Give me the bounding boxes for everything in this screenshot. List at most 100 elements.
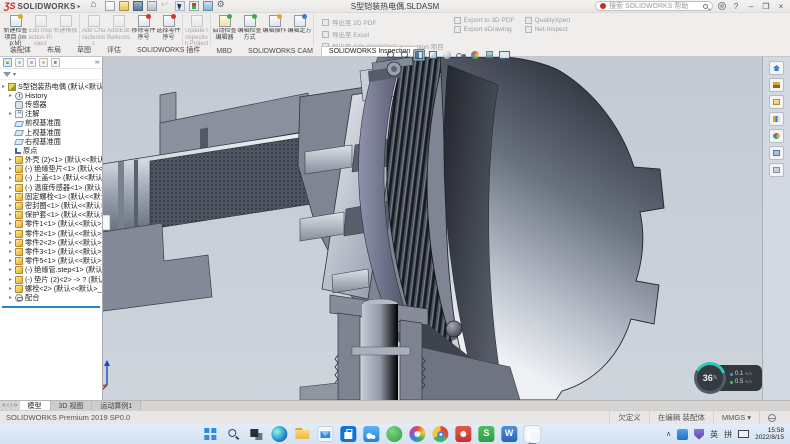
minimize-button[interactable]: – <box>746 2 756 11</box>
tree-item[interactable]: 零件1<1> (默认<<默认>_显示状态 <box>2 220 102 229</box>
export-edrawing[interactable]: Export eDrawing <box>454 26 515 33</box>
display-style-icon[interactable] <box>441 49 453 61</box>
export-3d-pdf[interactable]: Export to 3D PDF <box>454 17 515 24</box>
display-manager-tab-icon[interactable] <box>51 58 60 67</box>
filter-caret-icon[interactable]: ▾ <box>13 71 16 78</box>
ribbon-new-template[interactable]: 新建模板 <box>53 14 78 46</box>
close-button[interactable]: × <box>776 2 786 11</box>
export-excel[interactable]: 导出至 Excel <box>322 29 444 39</box>
tab-mbd[interactable]: MBD <box>208 46 240 56</box>
microsoft-store-icon[interactable] <box>340 426 356 442</box>
edit-appearance-icon[interactable] <box>469 49 481 61</box>
ribbon-launch-inspection-editor[interactable]: 启动检查编辑器 <box>212 14 237 46</box>
mail-icon[interactable] <box>317 426 333 442</box>
tree-item[interactable]: 固定螺栓<1> (默认<<默认>_显示状 <box>2 192 102 201</box>
browser-circle-icon[interactable] <box>409 426 425 442</box>
tree-item[interactable]: (-) 上盖<1> (默认<<默认>_显示状 <box>2 174 102 183</box>
search-box[interactable]: 搜索 SOLIDWORKS 帮助 <box>595 1 713 11</box>
model-3d-view[interactable] <box>0 57 762 400</box>
net-speed-ring[interactable]: 36% <box>694 362 726 394</box>
tree-item[interactable]: 螺栓<2> (默认<<默认>_显示状态 <box>2 284 102 293</box>
property-manager-tab-icon[interactable] <box>15 58 24 67</box>
tree-item[interactable]: (-) 绝缘管.step<1> (默认<<默认> <box>2 266 102 275</box>
tab-motion-study[interactable]: 运动算例1 <box>92 401 141 410</box>
home-icon[interactable] <box>91 1 101 11</box>
solidworks-resources-icon[interactable] <box>769 61 784 75</box>
clock[interactable]: 15:58 2022/8/15 <box>755 427 784 441</box>
tray-display-icon[interactable] <box>738 430 749 438</box>
ime-mode-indicator[interactable]: 拼 <box>724 429 732 440</box>
view-palette-icon[interactable] <box>769 112 784 126</box>
solidworks-taskbar-icon[interactable] <box>524 426 540 442</box>
tree-item[interactable]: 零件5<1> (默认<<默认>_显示状 <box>2 257 102 266</box>
tree-item[interactable]: 上视基准面 <box>2 128 102 137</box>
view-tabs-nav[interactable]: «‹›» <box>0 401 20 410</box>
feature-manager-tab-icon[interactable] <box>3 58 12 67</box>
wps-writer-icon[interactable] <box>501 426 517 442</box>
section-view-icon[interactable] <box>413 49 425 61</box>
tree-item[interactable]: 外壳 (2)<1> (默认<<默认>_显示状 <box>2 156 102 165</box>
globe-icon[interactable] <box>768 414 776 422</box>
units-selector[interactable]: MMGS▾ <box>713 411 759 424</box>
cloud-drive-icon[interactable] <box>363 426 379 442</box>
tree-item[interactable]: History <box>2 91 102 100</box>
ime-language-indicator[interactable]: 英 <box>710 429 718 440</box>
tree-item[interactable]: 密封圈<1> (默认<<默认>_显示状 <box>2 201 102 210</box>
tree-item[interactable]: 前视基准面 <box>2 119 102 128</box>
apply-scene-icon[interactable] <box>483 49 495 61</box>
taskbar-search-icon[interactable] <box>225 426 241 442</box>
zoom-to-area-icon[interactable] <box>399 49 411 61</box>
green-app-icon[interactable] <box>386 426 402 442</box>
file-explorer-taskbar-icon[interactable] <box>294 426 310 442</box>
configuration-manager-tab-icon[interactable] <box>27 58 36 67</box>
task-view-icon[interactable] <box>248 426 264 442</box>
tree-item[interactable]: 零件2<1> (默认<<默认>_显示状 <box>2 229 102 238</box>
net-speed-widget[interactable]: 0.1K/s 0.5K/s 36% <box>694 362 726 394</box>
tree-item[interactable]: 注解 <box>2 110 102 119</box>
tree-root[interactable]: S型铠装热电偶 (默认<默认_显示状态-1 <box>2 82 102 91</box>
tree-item-mates[interactable]: 配合 <box>2 293 102 302</box>
undo-icon[interactable] <box>161 1 171 11</box>
new-document-icon[interactable] <box>105 1 115 11</box>
tab-cam[interactable]: SOLIDWORKS CAM <box>240 46 321 56</box>
net-inspect[interactable]: Net-Inspect <box>525 26 571 33</box>
o-ring-section[interactable] <box>446 321 462 337</box>
tree-item[interactable]: 传感器 <box>2 100 102 109</box>
select-arrow-icon[interactable] <box>175 1 185 11</box>
rebuild-icon[interactable] <box>189 1 199 11</box>
tree-item[interactable]: (-) 垫片 (2)<2> -> ? (默认<<默认 <box>2 275 102 284</box>
custom-properties-icon[interactable] <box>769 146 784 160</box>
tab-model[interactable]: 模型 <box>20 401 51 410</box>
tab-3d-views[interactable]: 3D 视图 <box>51 401 93 410</box>
design-library-icon[interactable] <box>769 78 784 92</box>
edge-browser-icon[interactable] <box>271 426 287 442</box>
file-properties-icon[interactable] <box>203 1 213 11</box>
tree-item[interactable]: 原点 <box>2 146 102 155</box>
filter-input[interactable] <box>18 71 99 78</box>
tree-item[interactable]: (-) 绝缘垫片<1> (默认<<默认>_显 <box>2 165 102 174</box>
restore-button[interactable]: ❐ <box>761 2 771 11</box>
ribbon-edit-inspection-methods[interactable]: 编辑检查方式 <box>237 14 262 46</box>
export-2d-pdf[interactable]: 导出至 2D PDF <box>322 17 444 27</box>
ribbon-edit-operations[interactable]: 编辑操作 <box>262 14 287 46</box>
menu-expand-arrow[interactable]: ▸ <box>78 3 81 10</box>
tray-expand-icon[interactable]: ∧ <box>666 430 671 438</box>
qualityxpert[interactable]: QualityXpert <box>525 17 571 24</box>
filter-funnel-icon[interactable] <box>3 72 11 77</box>
options-gear-icon[interactable] <box>217 1 227 11</box>
red-app-icon[interactable] <box>455 426 471 442</box>
view-settings-icon[interactable] <box>497 49 509 61</box>
login-user-icon[interactable] <box>718 2 726 10</box>
save-icon[interactable] <box>133 1 143 11</box>
zoom-to-fit-icon[interactable] <box>385 49 397 61</box>
chrome-icon[interactable] <box>432 426 448 442</box>
ribbon-edit-inspection-project[interactable]: Edit Inspection Project <box>28 14 53 46</box>
ribbon-new-inspection-project[interactable]: 新建检查项目 (imp:M) <box>3 14 28 46</box>
appearances-scenes-icon[interactable] <box>769 129 784 143</box>
ribbon-update-inspection-project[interactable]: Update Inspection Project <box>184 14 209 46</box>
file-explorer-icon[interactable] <box>769 95 784 109</box>
tree-item[interactable]: (-) 温度传感器<1> (默认<<默认>_ <box>2 183 102 192</box>
solidworks-forum-icon[interactable] <box>769 163 784 177</box>
hide-show-items-icon[interactable] <box>455 49 467 61</box>
ribbon-select-balloons[interactable]: 选择零件序号 <box>156 14 181 46</box>
